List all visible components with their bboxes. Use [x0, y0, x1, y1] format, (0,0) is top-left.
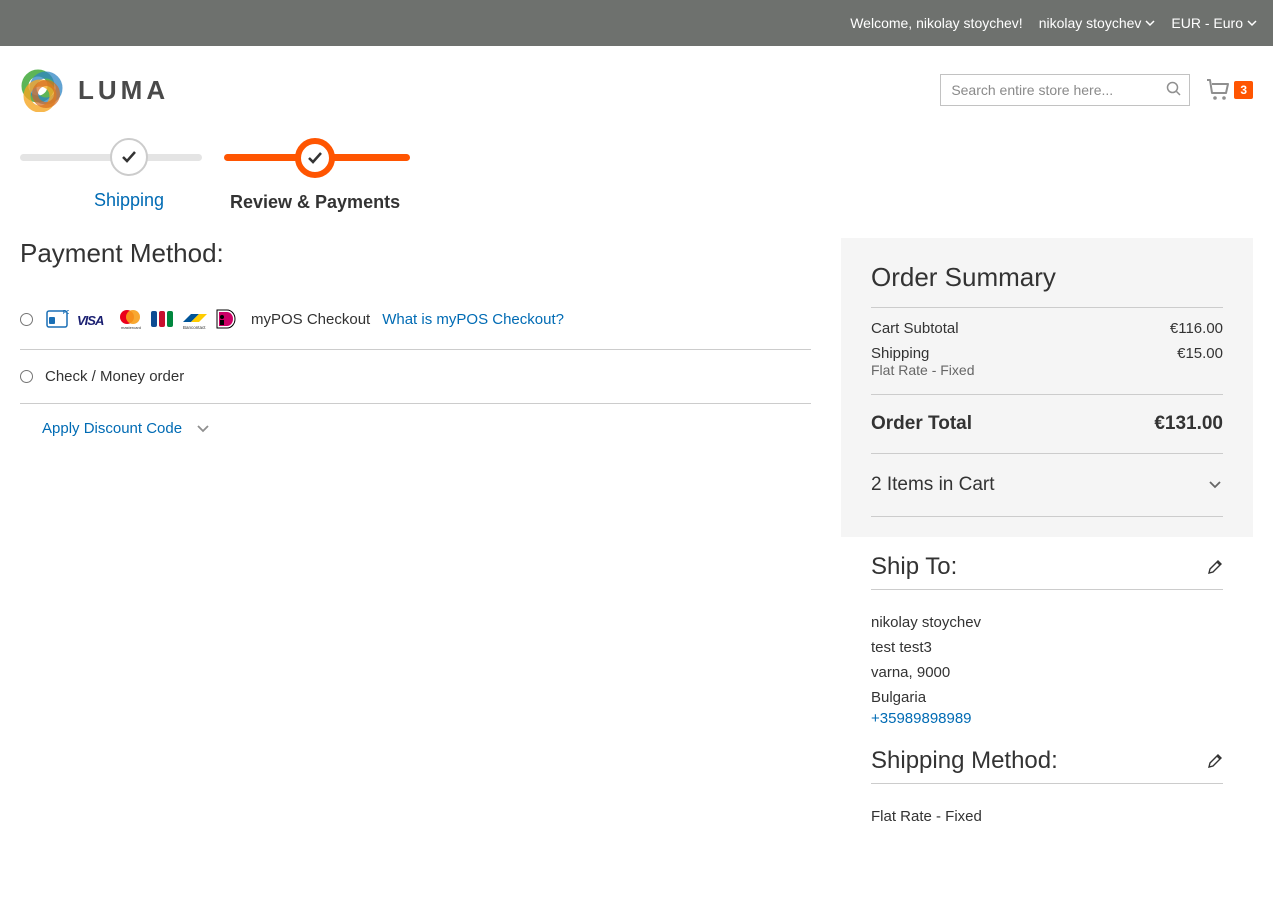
payment-radio-check[interactable]: [20, 370, 33, 383]
svg-text:Bancontact: Bancontact: [183, 325, 206, 330]
header: LUMA 3: [0, 46, 1273, 112]
shipping-sub-label: Flat Rate - Fixed: [871, 362, 1223, 386]
address-name: nikolay stoychev: [871, 610, 1223, 635]
checkout-progress: Shipping Review & Payments: [0, 112, 1273, 218]
search-input[interactable]: [940, 74, 1190, 106]
shipping-method-block: Shipping Method: Flat Rate - Fixed: [841, 743, 1253, 845]
payment-option-mypos[interactable]: POS VISA mastercard Bancontact myPOS Che…: [20, 299, 811, 350]
mastercard-icon: mastercard: [117, 308, 143, 330]
order-summary: Order Summary Cart Subtotal €116.00 Ship…: [841, 238, 1253, 537]
address-city: varna, 9000: [871, 660, 1223, 685]
cart-icon: [1206, 79, 1230, 101]
shipping-label: Shipping: [871, 345, 929, 362]
order-summary-title: Order Summary: [871, 262, 1223, 293]
edit-ship-to-button[interactable]: [1207, 559, 1223, 575]
top-bar: Welcome, nikolay stoychev! nikolay stoyc…: [0, 0, 1273, 46]
user-menu-label: nikolay stoychev: [1039, 15, 1142, 31]
main-container: Payment Method: POS VISA mastercard Banc…: [0, 218, 1273, 865]
visa-card-icon: VISA: [75, 308, 111, 330]
user-menu-dropdown[interactable]: nikolay stoychev: [1039, 15, 1156, 31]
ideal-icon: [215, 308, 237, 330]
jcb-card-icon: [149, 308, 175, 330]
shipping-method-value: Flat Rate - Fixed: [871, 804, 1223, 829]
shipping-value: €15.00: [1177, 345, 1223, 362]
subtotal-value: €116.00: [1170, 320, 1223, 337]
address-street: test test3: [871, 635, 1223, 660]
step-circle-active: [295, 138, 335, 178]
edit-shipping-method-button[interactable]: [1207, 753, 1223, 769]
cart-count-badge: 3: [1234, 81, 1253, 99]
currency-dropdown[interactable]: EUR - Euro: [1171, 15, 1257, 31]
search-container: [940, 74, 1190, 106]
order-total-value: €131.00: [1154, 413, 1223, 435]
step-circle-done: [110, 138, 148, 176]
currency-label: EUR - Euro: [1171, 15, 1243, 31]
pencil-icon: [1207, 753, 1223, 769]
logo-text: LUMA: [78, 75, 169, 106]
order-total-row: Order Total €131.00: [871, 403, 1223, 445]
shipping-method-title: Shipping Method:: [871, 747, 1058, 775]
step-review-payments: Review & Payments: [230, 138, 400, 213]
order-total-label: Order Total: [871, 413, 972, 435]
address-phone-link[interactable]: +35989898989: [871, 706, 972, 731]
mypos-help-link[interactable]: What is myPOS Checkout?: [382, 311, 564, 328]
subtotal-row: Cart Subtotal €116.00: [871, 316, 1223, 341]
chevron-down-icon: [196, 422, 210, 436]
chevron-down-icon: [1207, 477, 1223, 493]
pencil-icon: [1207, 559, 1223, 575]
logo-mark-icon: [20, 68, 64, 112]
chevron-down-icon: [1247, 18, 1257, 28]
logo[interactable]: LUMA: [20, 68, 169, 112]
step-shipping[interactable]: Shipping: [94, 138, 164, 211]
svg-text:VISA: VISA: [77, 313, 104, 328]
payment-mypos-label: myPOS Checkout: [251, 311, 370, 328]
step-shipping-label[interactable]: Shipping: [94, 190, 164, 211]
payment-section: Payment Method: POS VISA mastercard Banc…: [20, 238, 811, 437]
payment-card-icons: POS VISA mastercard Bancontact: [45, 307, 237, 331]
ship-to-block: Ship To: nikolay stoychev test test3 var…: [841, 537, 1253, 743]
svg-text:POS: POS: [63, 310, 69, 316]
chevron-down-icon: [1145, 18, 1155, 28]
sidebar: Order Summary Cart Subtotal €116.00 Ship…: [841, 238, 1253, 845]
subtotal-label: Cart Subtotal: [871, 320, 959, 337]
payment-title: Payment Method:: [20, 238, 811, 269]
bancontact-icon: Bancontact: [181, 308, 209, 330]
cart-link[interactable]: 3: [1206, 79, 1253, 101]
shipping-row: Shipping €15.00: [871, 341, 1223, 362]
payment-option-check[interactable]: Check / Money order: [20, 350, 811, 404]
welcome-message: Welcome, nikolay stoychev!: [850, 15, 1022, 31]
check-icon: [120, 148, 138, 166]
ship-to-title: Ship To:: [871, 553, 957, 581]
discount-toggle[interactable]: Apply Discount Code: [20, 404, 811, 437]
items-toggle-label: 2 Items in Cart: [871, 474, 995, 496]
mypos-card-icon: POS: [45, 307, 69, 331]
svg-text:mastercard: mastercard: [121, 325, 141, 330]
items-in-cart-toggle[interactable]: 2 Items in Cart: [871, 462, 1223, 508]
search-icon[interactable]: [1166, 81, 1182, 97]
discount-link-label: Apply Discount Code: [42, 420, 182, 437]
payment-radio-mypos[interactable]: [20, 313, 33, 326]
check-icon: [306, 149, 324, 167]
payment-check-label: Check / Money order: [45, 368, 184, 385]
step-review-label: Review & Payments: [230, 192, 400, 213]
